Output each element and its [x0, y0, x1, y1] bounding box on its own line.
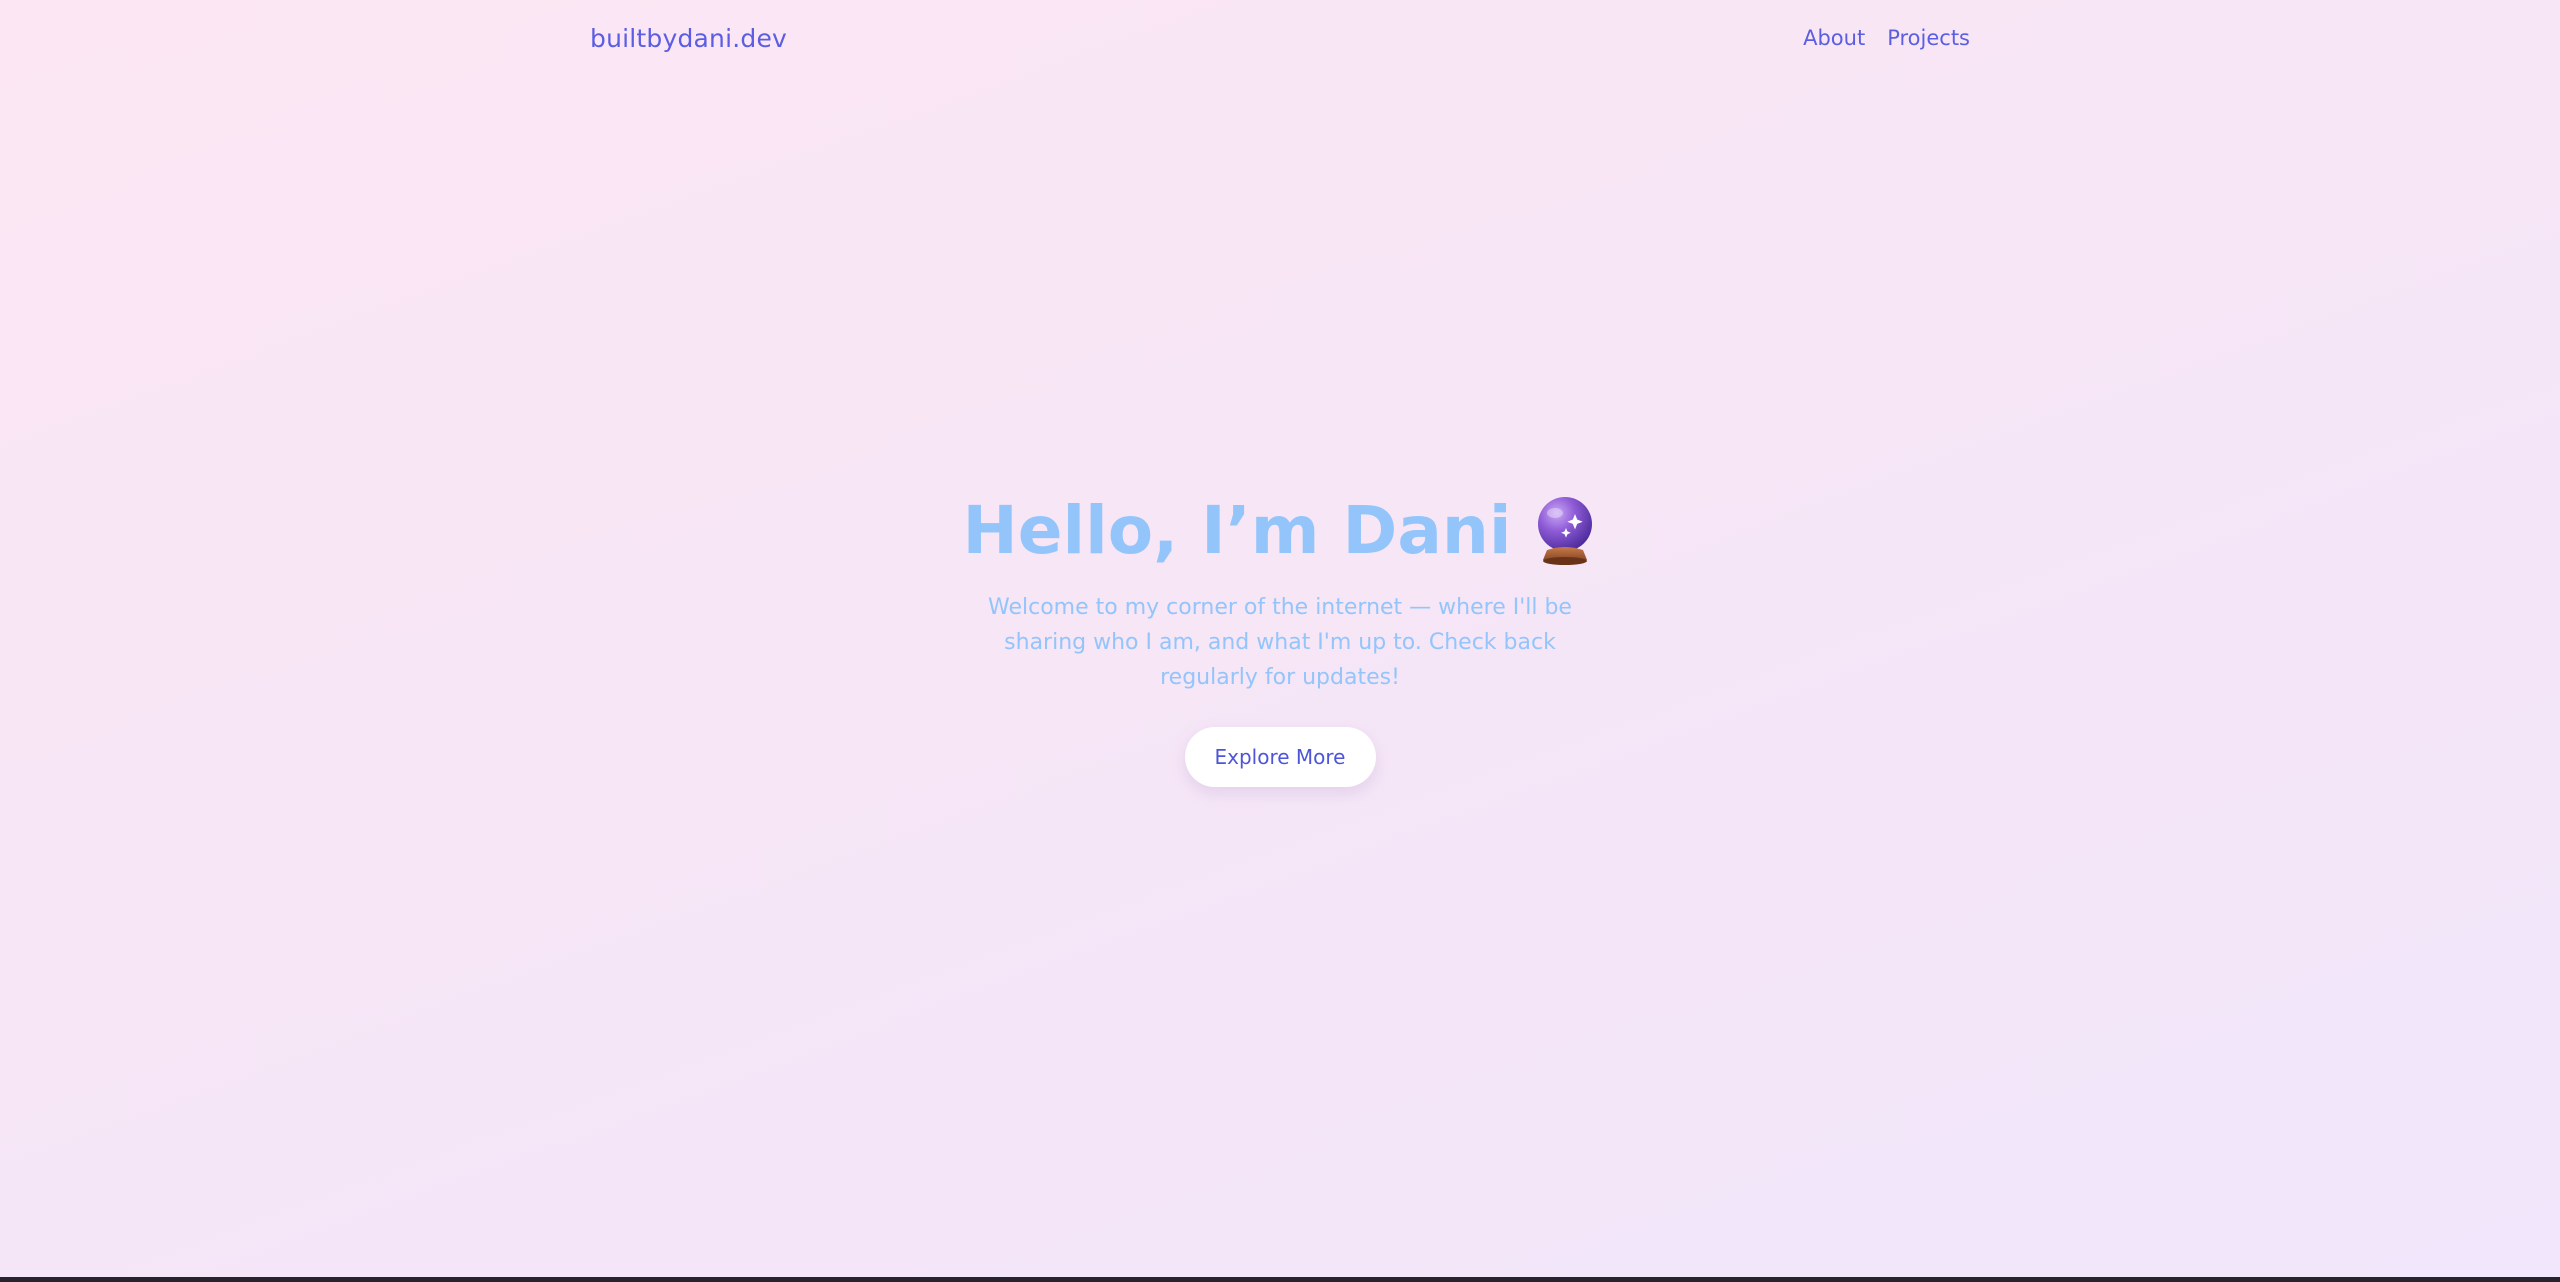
hero-title: Hello, I’m Dani — [963, 490, 1598, 572]
nav-link-projects[interactable]: Projects — [1887, 26, 1970, 50]
nav-link-about[interactable]: About — [1803, 26, 1865, 50]
hero-title-text: Hello, I’m Dani — [962, 492, 1512, 569]
bottom-border — [0, 1277, 2560, 1282]
site-brand-link[interactable]: builtbydani.dev — [590, 24, 787, 53]
crystal-ball-icon — [1533, 494, 1597, 568]
hero-section: Hello, I’m Dani Welcome to my corner of … — [0, 490, 2560, 787]
hero-subtitle: Welcome to my corner of the internet — w… — [988, 595, 1572, 690]
page: builtbydani.dev About Projects Hello, I’… — [0, 0, 2560, 1277]
nav-links: About Projects — [1803, 26, 1970, 50]
top-navigation: builtbydani.dev About Projects — [590, 0, 1970, 76]
explore-more-button[interactable]: Explore More — [1184, 727, 1376, 787]
